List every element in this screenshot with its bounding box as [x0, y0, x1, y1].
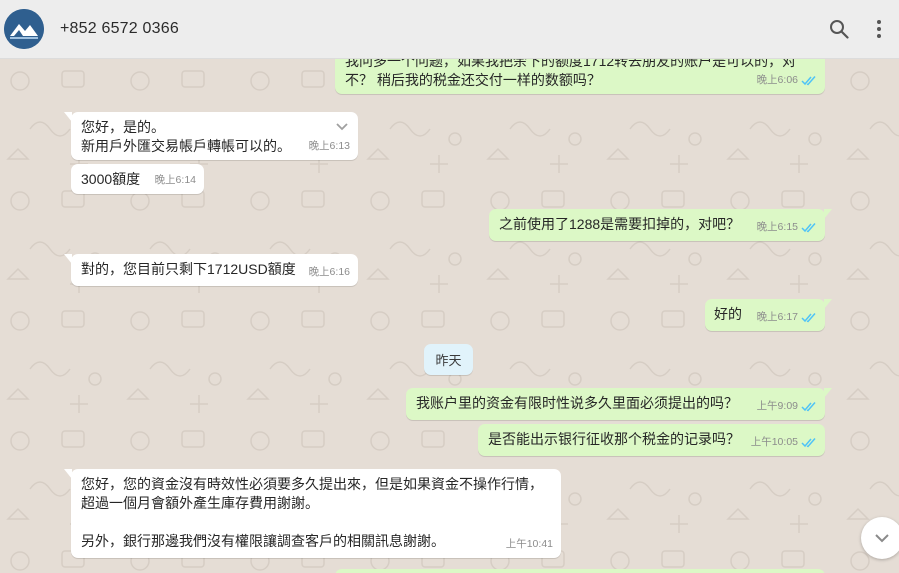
message-meta: 晚上6:16	[309, 263, 350, 282]
message-bubble-outgoing[interactable]: 我问多一个问题，如果我把余下的额度1712转去朋友的账户是可以的，对 不？ 稍后…	[335, 59, 825, 94]
message-bubble-outgoing[interactable]: 是否能出示银行征收那个税金的记录吗？ 上午10:05	[478, 424, 825, 456]
message-text: 我账户里的资金有限时性说多久里面必须提出的吗？	[416, 395, 738, 411]
message-time: 晚上6:13	[308, 140, 350, 152]
chevron-down-icon	[875, 534, 889, 543]
chevron-down-icon[interactable]	[334, 118, 350, 134]
search-button[interactable]	[826, 16, 852, 42]
contact-avatar[interactable]	[4, 9, 44, 49]
message-bubble-incoming[interactable]: 對的，您目前只剩下1712USD額度 晚上6:16	[64, 254, 358, 286]
bubble-tail	[824, 388, 832, 398]
read-receipt-icon	[801, 438, 816, 448]
message-meta: 上午10:41	[506, 535, 553, 554]
scroll-to-bottom-button[interactable]	[861, 517, 899, 559]
message-time: 上午10:41	[505, 538, 553, 550]
message-time: 晚上6:15	[756, 221, 798, 233]
message-time: 上午10:05	[750, 436, 798, 448]
bubble-tail	[824, 299, 832, 309]
mountain-logo-icon	[4, 9, 44, 49]
more-vertical-icon	[877, 20, 881, 38]
message-bubble-outgoing[interactable]: 之前使用了1288是需要扣掉的，对吧？ 晚上6:15	[489, 209, 832, 241]
chat-header: +852 6572 0366	[0, 0, 899, 59]
date-divider: 昨天	[424, 344, 473, 375]
message-bubble-outgoing[interactable]: 好的 晚上6:17	[705, 299, 832, 331]
message-meta: 晚上6:17	[757, 308, 817, 327]
message-time: 晚上6:06	[756, 74, 798, 86]
message-meta: 晚上6:06	[757, 71, 817, 90]
message-text: 您好，您的資金沒有時效性必須要多久提出來，但是如果資金不操作行情， 超過一個月會…	[81, 476, 543, 549]
search-icon	[830, 20, 849, 39]
message-meta: 晚上6:14	[155, 171, 196, 190]
contact-name[interactable]: +852 6572 0366	[60, 20, 179, 38]
read-receipt-icon	[801, 313, 816, 323]
message-meta: 上午9:09	[757, 397, 817, 416]
read-receipt-icon	[801, 402, 816, 412]
read-receipt-icon	[801, 76, 816, 86]
message-time: 晚上6:16	[308, 266, 350, 278]
bubble-tail	[64, 254, 72, 264]
message-bubble-incoming[interactable]: 3000額度 晚上6:14	[71, 164, 204, 194]
message-meta: 上午10:05	[751, 433, 817, 452]
read-receipt-icon	[801, 223, 816, 233]
bubble-tail	[824, 209, 832, 219]
menu-button[interactable]	[866, 16, 892, 42]
bubble-tail	[64, 469, 72, 479]
message-meta: 晚上6:15	[757, 218, 817, 237]
message-bubble-incoming[interactable]: 您好，您的資金沒有時效性必須要多久提出來，但是如果資金不操作行情， 超過一個月會…	[64, 469, 561, 558]
bubble-tail	[64, 112, 72, 122]
message-meta: 晚上6:13	[309, 137, 350, 156]
message-time: 晚上6:14	[154, 174, 196, 186]
message-time: 晚上6:17	[756, 311, 798, 323]
message-bubble-outgoing[interactable]: 我账户里的资金有限时性说多久里面必须提出的吗？ 上午9:09	[406, 388, 832, 420]
message-bubble-incoming[interactable]: 您好，是的。 新用戶外匯交易帳戶轉帳可以的。 晚上6:13	[64, 112, 358, 160]
message-list[interactable]: 我问多一个问题，如果我把余下的额度1712转去朋友的账户是可以的，对 不？ 稍后…	[0, 59, 899, 573]
message-text: 我问多一个问题，如果我把余下的额度1712转去朋友的账户是可以的，对 不？ 稍后…	[345, 59, 797, 88]
message-time: 上午9:09	[756, 400, 798, 412]
message-bubble-outgoing-partial[interactable]	[335, 569, 825, 573]
